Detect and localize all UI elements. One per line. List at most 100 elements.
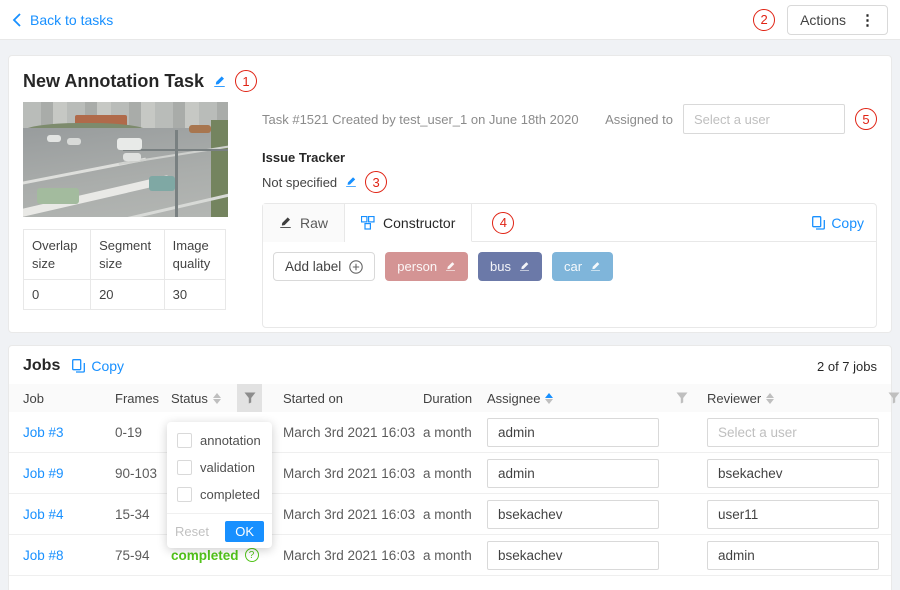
job-4-reviewer-input[interactable] <box>707 500 879 529</box>
label-person-name: person <box>397 259 437 274</box>
task-details-card: New Annotation Task 1 <box>8 55 892 333</box>
job-8-reviewer-input[interactable] <box>707 541 879 570</box>
jobs-copy-link[interactable]: Copy <box>72 358 124 374</box>
raw-pencil-icon <box>279 216 292 229</box>
status-sort-icon[interactable] <box>213 393 221 404</box>
column-header-reviewer[interactable]: Reviewer <box>707 391 887 406</box>
edit-label-person-icon[interactable] <box>445 261 456 272</box>
labels-copy-label: Copy <box>831 215 864 231</box>
column-header-started[interactable]: Started on <box>283 391 423 406</box>
constructor-blocks-icon <box>361 216 375 230</box>
filter-option-validation[interactable]: validation <box>167 454 272 481</box>
back-to-tasks-link[interactable]: Back to tasks <box>12 12 113 28</box>
label-chip-car[interactable]: car <box>552 252 613 281</box>
filter-option-validation-label: validation <box>200 460 255 475</box>
annotation-mark-5: 5 <box>855 108 877 130</box>
top-navigation-bar: Back to tasks 2 Actions ⋮ <box>0 0 900 40</box>
param-value-overlap: 0 <box>24 280 91 310</box>
job-3-assignee-input[interactable] <box>487 418 659 447</box>
job-9-link[interactable]: Job #9 <box>23 466 115 481</box>
annotation-checkbox[interactable] <box>177 433 192 448</box>
annotation-mark-4: 4 <box>492 212 514 234</box>
edit-label-car-icon[interactable] <box>590 261 601 272</box>
job-8-link[interactable]: Job #8 <box>23 548 115 563</box>
job-8-assignee-input[interactable] <box>487 541 659 570</box>
job-9-assignee-input[interactable] <box>487 459 659 488</box>
job-4-assignee-input[interactable] <box>487 500 659 529</box>
add-label-text: Add label <box>285 259 341 274</box>
param-value-segment: 20 <box>91 280 165 310</box>
labels-editor: Raw Constructor 4 C <box>262 203 877 328</box>
column-header-status[interactable]: Status <box>171 391 237 406</box>
label-chip-bus[interactable]: bus <box>478 252 542 281</box>
actions-label: Actions <box>800 12 846 28</box>
actions-button[interactable]: Actions ⋮ <box>787 5 888 35</box>
filter-ok-button[interactable]: OK <box>225 521 264 542</box>
copy-icon <box>812 216 825 230</box>
filter-option-completed[interactable]: completed <box>167 481 272 508</box>
filter-option-completed-label: completed <box>200 487 260 502</box>
question-circle-icon[interactable]: ? <box>245 548 259 562</box>
tab-raw[interactable]: Raw <box>263 204 345 242</box>
filter-option-annotation-label: annotation <box>200 433 261 448</box>
job-4-duration: a month <box>423 507 487 522</box>
column-header-duration[interactable]: Duration <box>423 391 487 406</box>
label-chip-person[interactable]: person <box>385 252 468 281</box>
assignee-filter-icon[interactable] <box>669 384 694 412</box>
job-8-duration: a month <box>423 548 487 563</box>
job-3-frames: 0-19 <box>115 425 171 440</box>
jobs-table-header: Job Frames Status Started on Duration As… <box>9 384 891 412</box>
job-9-reviewer-input[interactable] <box>707 459 879 488</box>
column-header-frames[interactable]: Frames <box>115 391 171 406</box>
column-header-assignee[interactable]: Assignee <box>487 391 669 406</box>
back-arrow-icon <box>12 13 22 27</box>
param-header-overlap: Overlap size <box>24 230 91 280</box>
reviewer-sort-icon[interactable] <box>766 393 774 404</box>
job-9-frames: 90-103 <box>115 466 171 481</box>
tab-constructor-label: Constructor <box>383 215 455 231</box>
issue-tracker-value: Not specified <box>262 175 337 190</box>
filter-option-annotation[interactable]: annotation <box>167 427 272 454</box>
back-to-tasks-label: Back to tasks <box>30 12 113 28</box>
label-car-name: car <box>564 259 582 274</box>
annotation-mark-3: 3 <box>365 171 387 193</box>
job-row-9: Job #9 90-103 March 3rd 2021 16:03 a mon… <box>9 453 891 494</box>
job-row-3: Job #3 0-19 March 3rd 2021 16:03 a month <box>9 412 891 453</box>
reviewer-filter-icon[interactable] <box>887 384 900 412</box>
jobs-title: Jobs <box>23 357 60 375</box>
job-3-started: March 3rd 2021 16:03 <box>283 425 423 440</box>
assignee-sort-icon[interactable] <box>545 393 553 404</box>
task-title: New Annotation Task <box>23 71 204 92</box>
job-row-4: Job #4 15-34 March 3rd 2021 16:03 a mont… <box>9 494 891 535</box>
job-8-frames: 75-94 <box>115 548 171 563</box>
task-parameters-table: Overlap size Segment size Image quality … <box>23 229 226 310</box>
edit-label-bus-icon[interactable] <box>519 261 530 272</box>
tab-constructor[interactable]: Constructor <box>345 204 472 242</box>
jobs-copy-label: Copy <box>91 358 124 374</box>
job-4-frames: 15-34 <box>115 507 171 522</box>
job-8-started: March 3rd 2021 16:03 <box>283 548 423 563</box>
job-3-duration: a month <box>423 425 487 440</box>
copy-icon <box>72 359 85 373</box>
job-3-link[interactable]: Job #3 <box>23 425 115 440</box>
completed-checkbox[interactable] <box>177 487 192 502</box>
column-header-job[interactable]: Job <box>23 391 115 406</box>
issue-tracker-label: Issue Tracker <box>262 150 877 165</box>
status-filter-icon[interactable] <box>237 384 262 412</box>
job-3-reviewer-input[interactable] <box>707 418 879 447</box>
edit-task-name-icon[interactable] <box>213 75 226 88</box>
annotation-mark-1: 1 <box>235 70 257 92</box>
job-4-started: March 3rd 2021 16:03 <box>283 507 423 522</box>
add-label-button[interactable]: Add label <box>273 252 375 281</box>
filter-reset-button[interactable]: Reset <box>175 524 209 539</box>
annotation-mark-2: 2 <box>753 9 775 31</box>
param-header-quality: Image quality <box>164 230 225 280</box>
job-4-link[interactable]: Job #4 <box>23 507 115 522</box>
labels-copy-link[interactable]: Copy <box>812 215 864 231</box>
edit-issue-tracker-icon[interactable] <box>345 176 357 188</box>
validation-checkbox[interactable] <box>177 460 192 475</box>
job-8-status: completed ? <box>171 548 283 563</box>
param-value-quality: 30 <box>164 280 225 310</box>
task-assignee-input[interactable] <box>683 104 845 134</box>
job-9-started: March 3rd 2021 16:03 <box>283 466 423 481</box>
